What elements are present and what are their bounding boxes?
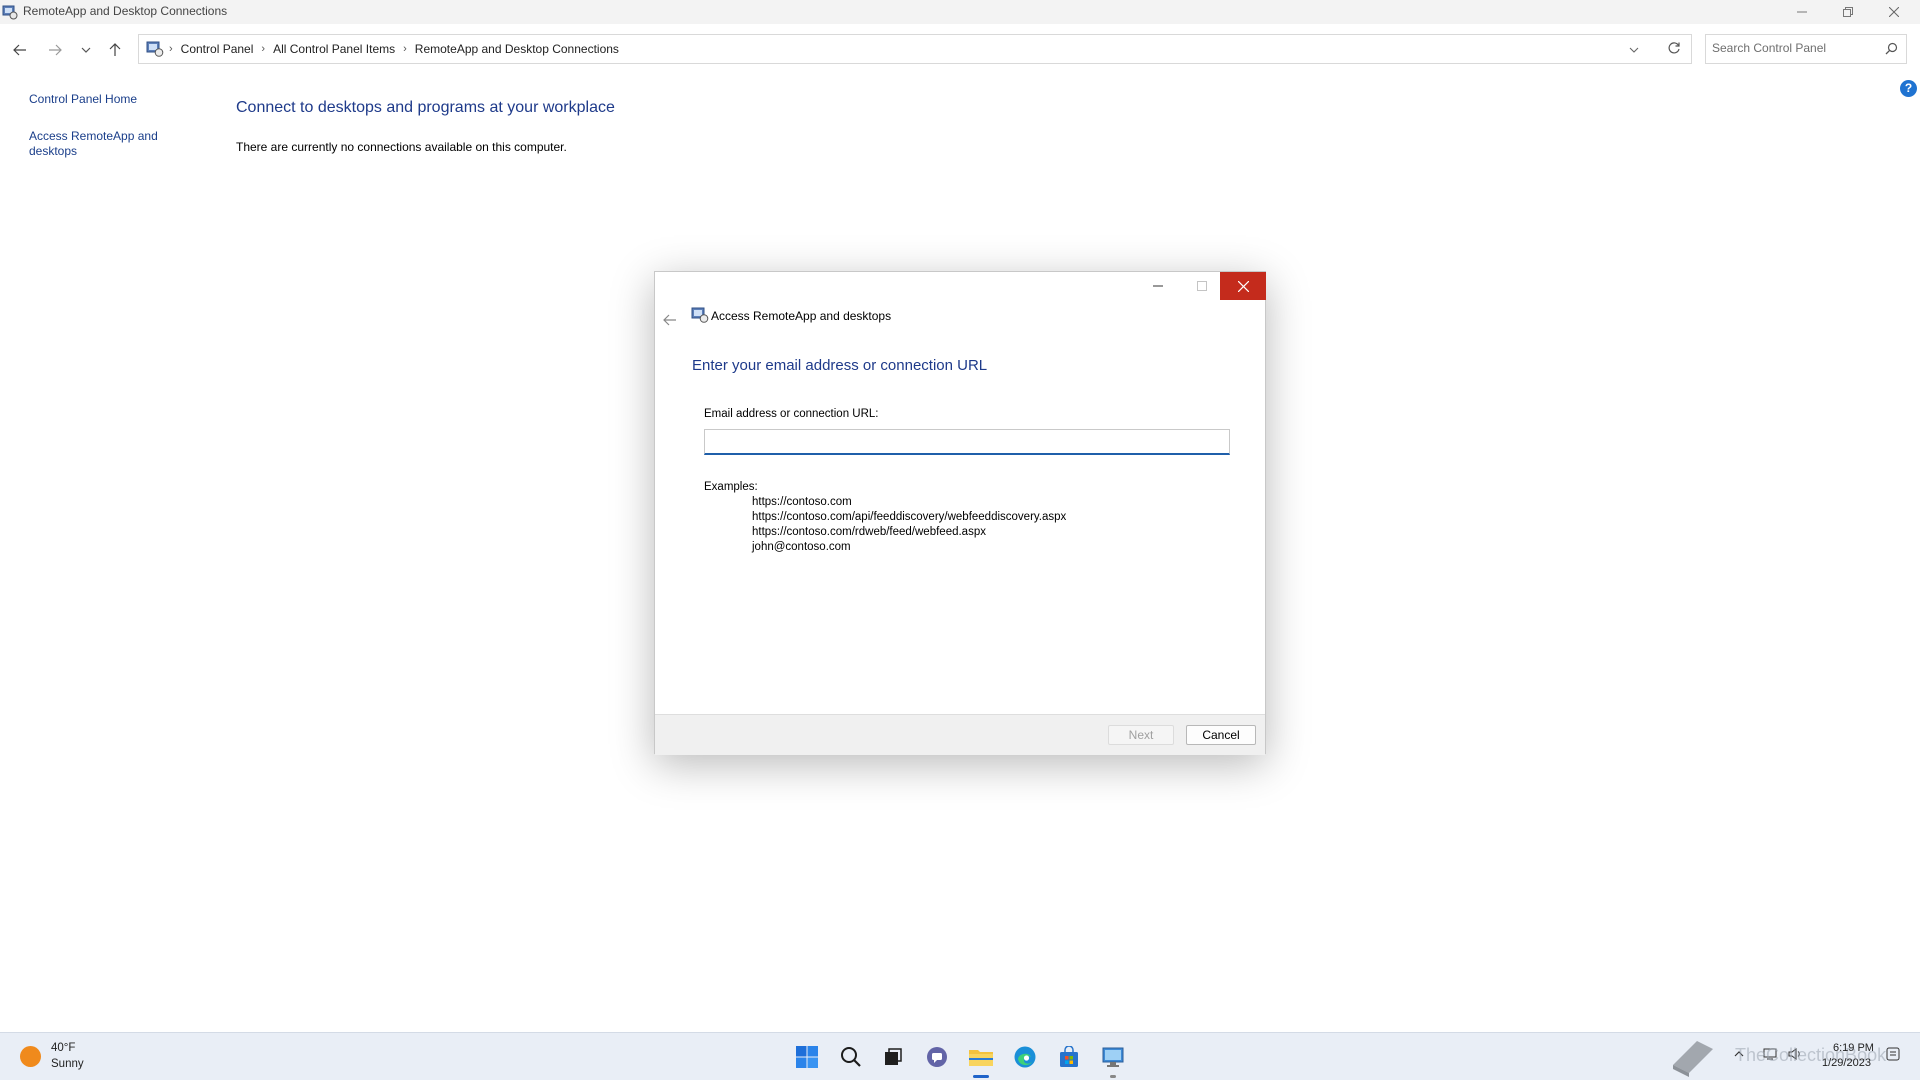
navigation-bar: › Control Panel › All Control Panel Item… [0,28,1920,72]
close-icon [1237,280,1249,292]
access-remoteapp-dialog: Access RemoteApp and desktops Enter your… [654,271,1266,755]
dialog-title: Access RemoteApp and desktops [711,309,892,323]
url-field-label: Email address or connection URL: [704,408,879,420]
dialog-maximize-button [1180,272,1224,300]
remote-desktop-icon[interactable] [1098,1042,1128,1072]
no-connections-text: There are currently no connections avail… [236,140,567,154]
arrow-left-icon [13,44,26,56]
email-url-input[interactable] [704,429,1230,455]
restore-button[interactable] [1826,0,1870,24]
dialog-back-button[interactable] [663,314,677,329]
breadcrumb-control-panel[interactable]: Control Panel [181,42,254,56]
edge-icon[interactable] [1010,1042,1040,1072]
clock-time[interactable]: 6:19 PM [1833,1042,1874,1054]
breadcrumb: › Control Panel › All Control Panel Item… [169,42,619,56]
address-bar[interactable]: › Control Panel › All Control Panel Item… [138,34,1692,64]
control-panel-icon [146,41,164,57]
example-item: john@contoso.com [752,541,851,553]
window-title: RemoteApp and Desktop Connections [23,4,228,18]
chevron-right-icon[interactable]: › [261,43,265,55]
breadcrumb-all-items[interactable]: All Control Panel Items [273,42,395,56]
dialog-close-button[interactable] [1220,272,1266,300]
remote-desktop-running-indicator [1110,1075,1116,1078]
remoteapp-icon [2,5,18,20]
chevron-right-icon[interactable]: › [403,43,407,55]
chevron-down-icon [81,47,91,53]
chevron-down-icon [1629,47,1639,53]
left-pane: Control Panel Home Access RemoteApp and … [29,92,179,159]
taskbar: 40°F Sunny TheCollectionBook 6:19 PM 1/2… [0,1032,1920,1080]
refresh-icon [1668,42,1680,54]
search-icon[interactable] [1885,42,1898,58]
page-title: Connect to desktops and programs at your… [236,99,615,116]
breadcrumb-remoteapp[interactable]: RemoteApp and Desktop Connections [415,42,619,56]
search-input[interactable] [1712,41,1872,55]
window-titlebar: RemoteApp and Desktop Connections [0,0,1920,24]
dialog-heading: Enter your email address or connection U… [692,357,988,374]
minimize-icon [1797,11,1807,13]
maximize-icon [1197,281,1207,291]
weather-temperature[interactable]: 40°F [51,1042,75,1054]
example-item: https://contoso.com/rdweb/feed/webfeed.a… [752,526,986,538]
refresh-button[interactable] [1667,41,1681,58]
clock-date[interactable]: 1/29/2023 [1822,1057,1871,1069]
search-box [1705,34,1907,64]
search-icon[interactable] [836,1042,866,1072]
example-item: https://contoso.com [752,496,852,508]
forward-button[interactable] [43,38,67,62]
arrow-up-icon [109,43,121,56]
back-button[interactable] [8,38,32,62]
up-button[interactable] [103,38,127,62]
start-icon[interactable] [792,1042,822,1072]
close-button[interactable] [1872,0,1916,24]
examples-list: https://contoso.com https://contoso.com/… [752,495,1066,555]
dialog-minimize-button[interactable] [1136,272,1180,300]
restore-icon [1843,7,1853,17]
remoteapp-icon [691,307,709,323]
example-item: https://contoso.com/api/feeddiscovery/we… [752,511,1067,523]
arrow-right-icon [49,44,62,56]
address-dropdown-button[interactable] [1629,43,1639,57]
store-icon[interactable] [1054,1042,1084,1072]
book-icon [1673,1041,1713,1077]
dialog-footer: Next Cancel [655,714,1265,755]
weather-sun-icon[interactable] [20,1046,41,1067]
minimize-icon [1153,285,1163,287]
next-button[interactable]: Next [1108,725,1174,745]
arrow-left-icon [663,314,676,326]
sidebar-item-control-panel-home[interactable]: Control Panel Home [29,92,179,107]
minimize-button[interactable] [1780,0,1824,24]
chevron-right-icon: › [169,43,173,55]
notification-icon[interactable] [1886,1047,1900,1064]
examples-label: Examples: [704,481,758,493]
file-explorer-active-indicator [973,1075,989,1078]
weather-condition[interactable]: Sunny [51,1058,84,1070]
file-explorer-icon[interactable] [966,1042,996,1072]
help-icon[interactable]: ? [1900,80,1917,97]
sidebar-item-access-remoteapp[interactable]: Access RemoteApp and desktops [29,129,179,159]
recent-locations-button[interactable] [74,38,98,62]
close-icon [1889,7,1899,17]
task-view-icon[interactable] [878,1042,908,1072]
chat-icon[interactable] [922,1042,952,1072]
cancel-button[interactable]: Cancel [1186,725,1256,745]
